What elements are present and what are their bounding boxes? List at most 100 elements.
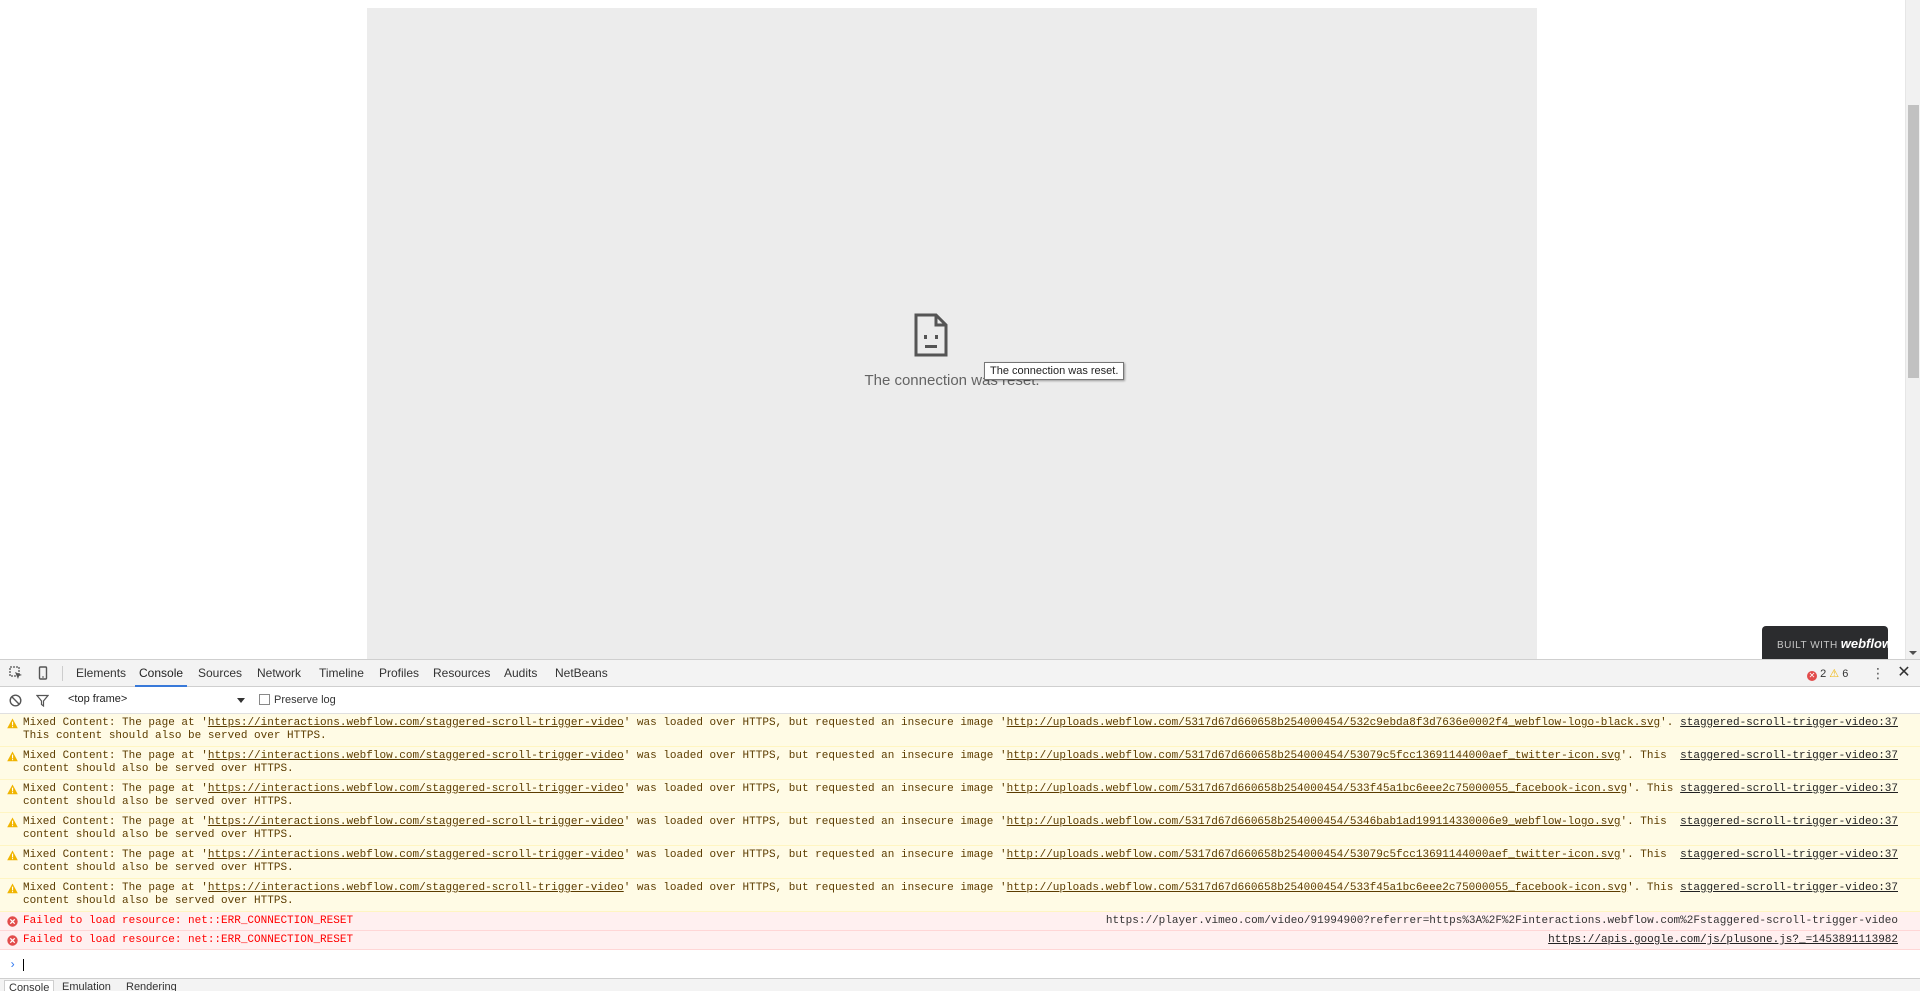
warning-icon [7, 850, 18, 861]
console-warning-row: Mixed Content: The page at 'https://inte… [0, 780, 1920, 813]
sad-page-icon [914, 313, 948, 357]
warning-prefix: Mixed Content: The page at ' [23, 816, 208, 828]
source-link[interactable]: staggered-scroll-trigger-video:37 [1680, 849, 1898, 862]
resource-url-link[interactable]: http://uploads.webflow.com/5317d67d66065… [1007, 882, 1628, 894]
drawer-tabs: Console Emulation Rendering [0, 978, 1920, 991]
page-url-link[interactable]: https://interactions.webflow.com/stagger… [208, 816, 624, 828]
warning-text: Mixed Content: The page at 'https://inte… [23, 816, 1688, 842]
warning-count-icon: ⚠ [1829, 668, 1840, 680]
warning-middle: ' was loaded over HTTPS, but requested a… [623, 882, 1007, 894]
embedded-frame: The connection was reset. [367, 8, 1537, 659]
source-link[interactable]: staggered-scroll-trigger-video:37 [1680, 783, 1898, 796]
page-scrollbar[interactable] [1905, 0, 1920, 659]
console-error-row: Failed to load resource: net::ERR_CONNEC… [0, 912, 1920, 931]
warning-text: Mixed Content: The page at 'https://inte… [23, 849, 1688, 875]
warning-text: Mixed Content: The page at 'https://inte… [23, 783, 1688, 809]
warning-middle: ' was loaded over HTTPS, but requested a… [623, 717, 1007, 729]
warning-icon [7, 784, 18, 795]
page-url-link[interactable]: https://interactions.webflow.com/stagger… [208, 849, 624, 861]
text-caret [23, 959, 24, 971]
toolbar-divider [62, 666, 63, 681]
filter-icon[interactable] [36, 694, 49, 707]
page-viewport: The connection was reset. The connection… [0, 0, 1920, 659]
error-text: Failed to load resource: net::ERR_CONNEC… [23, 934, 354, 946]
tab-network[interactable]: Network [253, 660, 305, 687]
warning-middle: ' was loaded over HTTPS, but requested a… [623, 849, 1007, 861]
source-link[interactable]: staggered-scroll-trigger-video:37 [1680, 816, 1898, 829]
console-warning-row: Mixed Content: The page at 'https://inte… [0, 747, 1920, 780]
console-warning-row: Mixed Content: The page at 'https://inte… [0, 879, 1920, 912]
error-source-link[interactable]: https://player.vimeo.com/video/91994900?… [1106, 915, 1898, 928]
warning-icon [7, 817, 18, 828]
resource-url-link[interactable]: http://uploads.webflow.com/5317d67d66065… [1007, 849, 1621, 861]
checkbox-box[interactable] [259, 694, 270, 705]
page-url-link[interactable]: https://interactions.webflow.com/stagger… [208, 882, 624, 894]
console-warning-row: Mixed Content: The page at 'https://inte… [0, 846, 1920, 879]
clear-console-icon[interactable] [9, 694, 22, 707]
badge-prefix: BUILT WITH [1777, 640, 1838, 651]
source-link[interactable]: staggered-scroll-trigger-video:37 [1680, 717, 1898, 730]
resource-url-link[interactable]: http://uploads.webflow.com/5317d67d66065… [1007, 783, 1628, 795]
error-source-link[interactable]: https://apis.google.com/js/plusone.js?_=… [1548, 934, 1898, 947]
warning-text: Mixed Content: The page at 'https://inte… [23, 882, 1688, 908]
warning-middle: ' was loaded over HTTPS, but requested a… [623, 816, 1007, 828]
source-link[interactable]: staggered-scroll-trigger-video:37 [1680, 750, 1898, 763]
console-warning-row: Mixed Content: The page at 'https://inte… [0, 813, 1920, 846]
tooltip: The connection was reset. [984, 362, 1125, 380]
tab-netbeans[interactable]: NetBeans [551, 660, 612, 687]
connection-error-message: The connection was reset. [864, 372, 1040, 389]
tab-profiles[interactable]: Profiles [375, 660, 423, 687]
browser-window: The connection was reset. The connection… [0, 0, 1920, 991]
warning-count: 6 [1842, 668, 1849, 680]
devtools-toolbar: ✕ 2 ⚠ 6 ⋮ ✕ Elements Console Sources Networ… [0, 660, 1920, 687]
resource-url-link[interactable]: http://uploads.webflow.com/5317d67d66065… [1007, 717, 1661, 729]
warning-prefix: Mixed Content: The page at ' [23, 783, 208, 795]
console-toolbar: <top frame> Preserve log [0, 687, 1920, 714]
context-dropdown-arrow-icon[interactable] [237, 698, 245, 703]
error-count: 2 [1820, 668, 1827, 680]
console-prompt[interactable]: › [0, 955, 1920, 975]
tab-console[interactable]: Console [135, 660, 188, 687]
tab-timeline[interactable]: Timeline [315, 660, 368, 687]
context-select[interactable]: <top frame> [68, 693, 127, 705]
warning-prefix: Mixed Content: The page at ' [23, 717, 208, 729]
warning-icon [7, 751, 18, 762]
error-count-icon: ✕ [1807, 671, 1817, 681]
close-devtools-icon[interactable]: ✕ [1896, 663, 1912, 683]
scrollbar-thumb[interactable] [1908, 105, 1919, 378]
warning-middle: ' was loaded over HTTPS, but requested a… [623, 750, 1007, 762]
page-url-link[interactable]: https://interactions.webflow.com/stagger… [208, 717, 624, 729]
issue-counts[interactable]: ✕ 2 ⚠ 6 [1807, 667, 1848, 681]
console-error-row: Failed to load resource: net::ERR_CONNEC… [0, 931, 1920, 950]
tab-audits[interactable]: Audits [500, 660, 541, 687]
tab-elements[interactable]: Elements [72, 660, 130, 687]
prompt-chevron-icon: › [9, 958, 17, 972]
scroll-down-arrow-icon[interactable] [1909, 651, 1917, 655]
devtools-panel: ✕ 2 ⚠ 6 ⋮ ✕ Elements Console Sources Networ… [0, 659, 1920, 991]
warning-icon [7, 883, 18, 894]
tab-sources[interactable]: Sources [194, 660, 246, 687]
more-options-icon[interactable]: ⋮ [1871, 665, 1885, 681]
preserve-log-label: Preserve log [274, 694, 336, 706]
drawer-tab-emulation[interactable]: Emulation [58, 980, 115, 991]
source-link[interactable]: staggered-scroll-trigger-video:37 [1680, 882, 1898, 895]
drawer-tab-console[interactable]: Console [4, 980, 55, 991]
device-mode-icon[interactable] [36, 666, 50, 680]
preserve-log-checkbox[interactable]: Preserve log [259, 694, 336, 706]
console-warning-row: Mixed Content: The page at 'https://inte… [0, 714, 1920, 747]
error-icon [7, 935, 18, 946]
built-with-webflow-badge[interactable]: BUILT WITH webflow [1762, 626, 1892, 659]
inspect-element-icon[interactable] [9, 666, 23, 680]
console-messages: Mixed Content: The page at 'https://inte… [0, 714, 1920, 964]
warning-prefix: Mixed Content: The page at ' [23, 750, 208, 762]
badge-brand: webflow [1840, 636, 1893, 651]
tab-resources[interactable]: Resources [429, 660, 494, 687]
warning-icon [7, 718, 18, 729]
warning-text: Mixed Content: The page at 'https://inte… [23, 750, 1688, 776]
warning-middle: ' was loaded over HTTPS, but requested a… [623, 783, 1007, 795]
drawer-tab-rendering[interactable]: Rendering [122, 980, 181, 991]
resource-url-link[interactable]: http://uploads.webflow.com/5317d67d66065… [1007, 750, 1621, 762]
page-url-link[interactable]: https://interactions.webflow.com/stagger… [208, 750, 624, 762]
page-url-link[interactable]: https://interactions.webflow.com/stagger… [208, 783, 624, 795]
resource-url-link[interactable]: http://uploads.webflow.com/5317d67d66065… [1007, 816, 1621, 828]
